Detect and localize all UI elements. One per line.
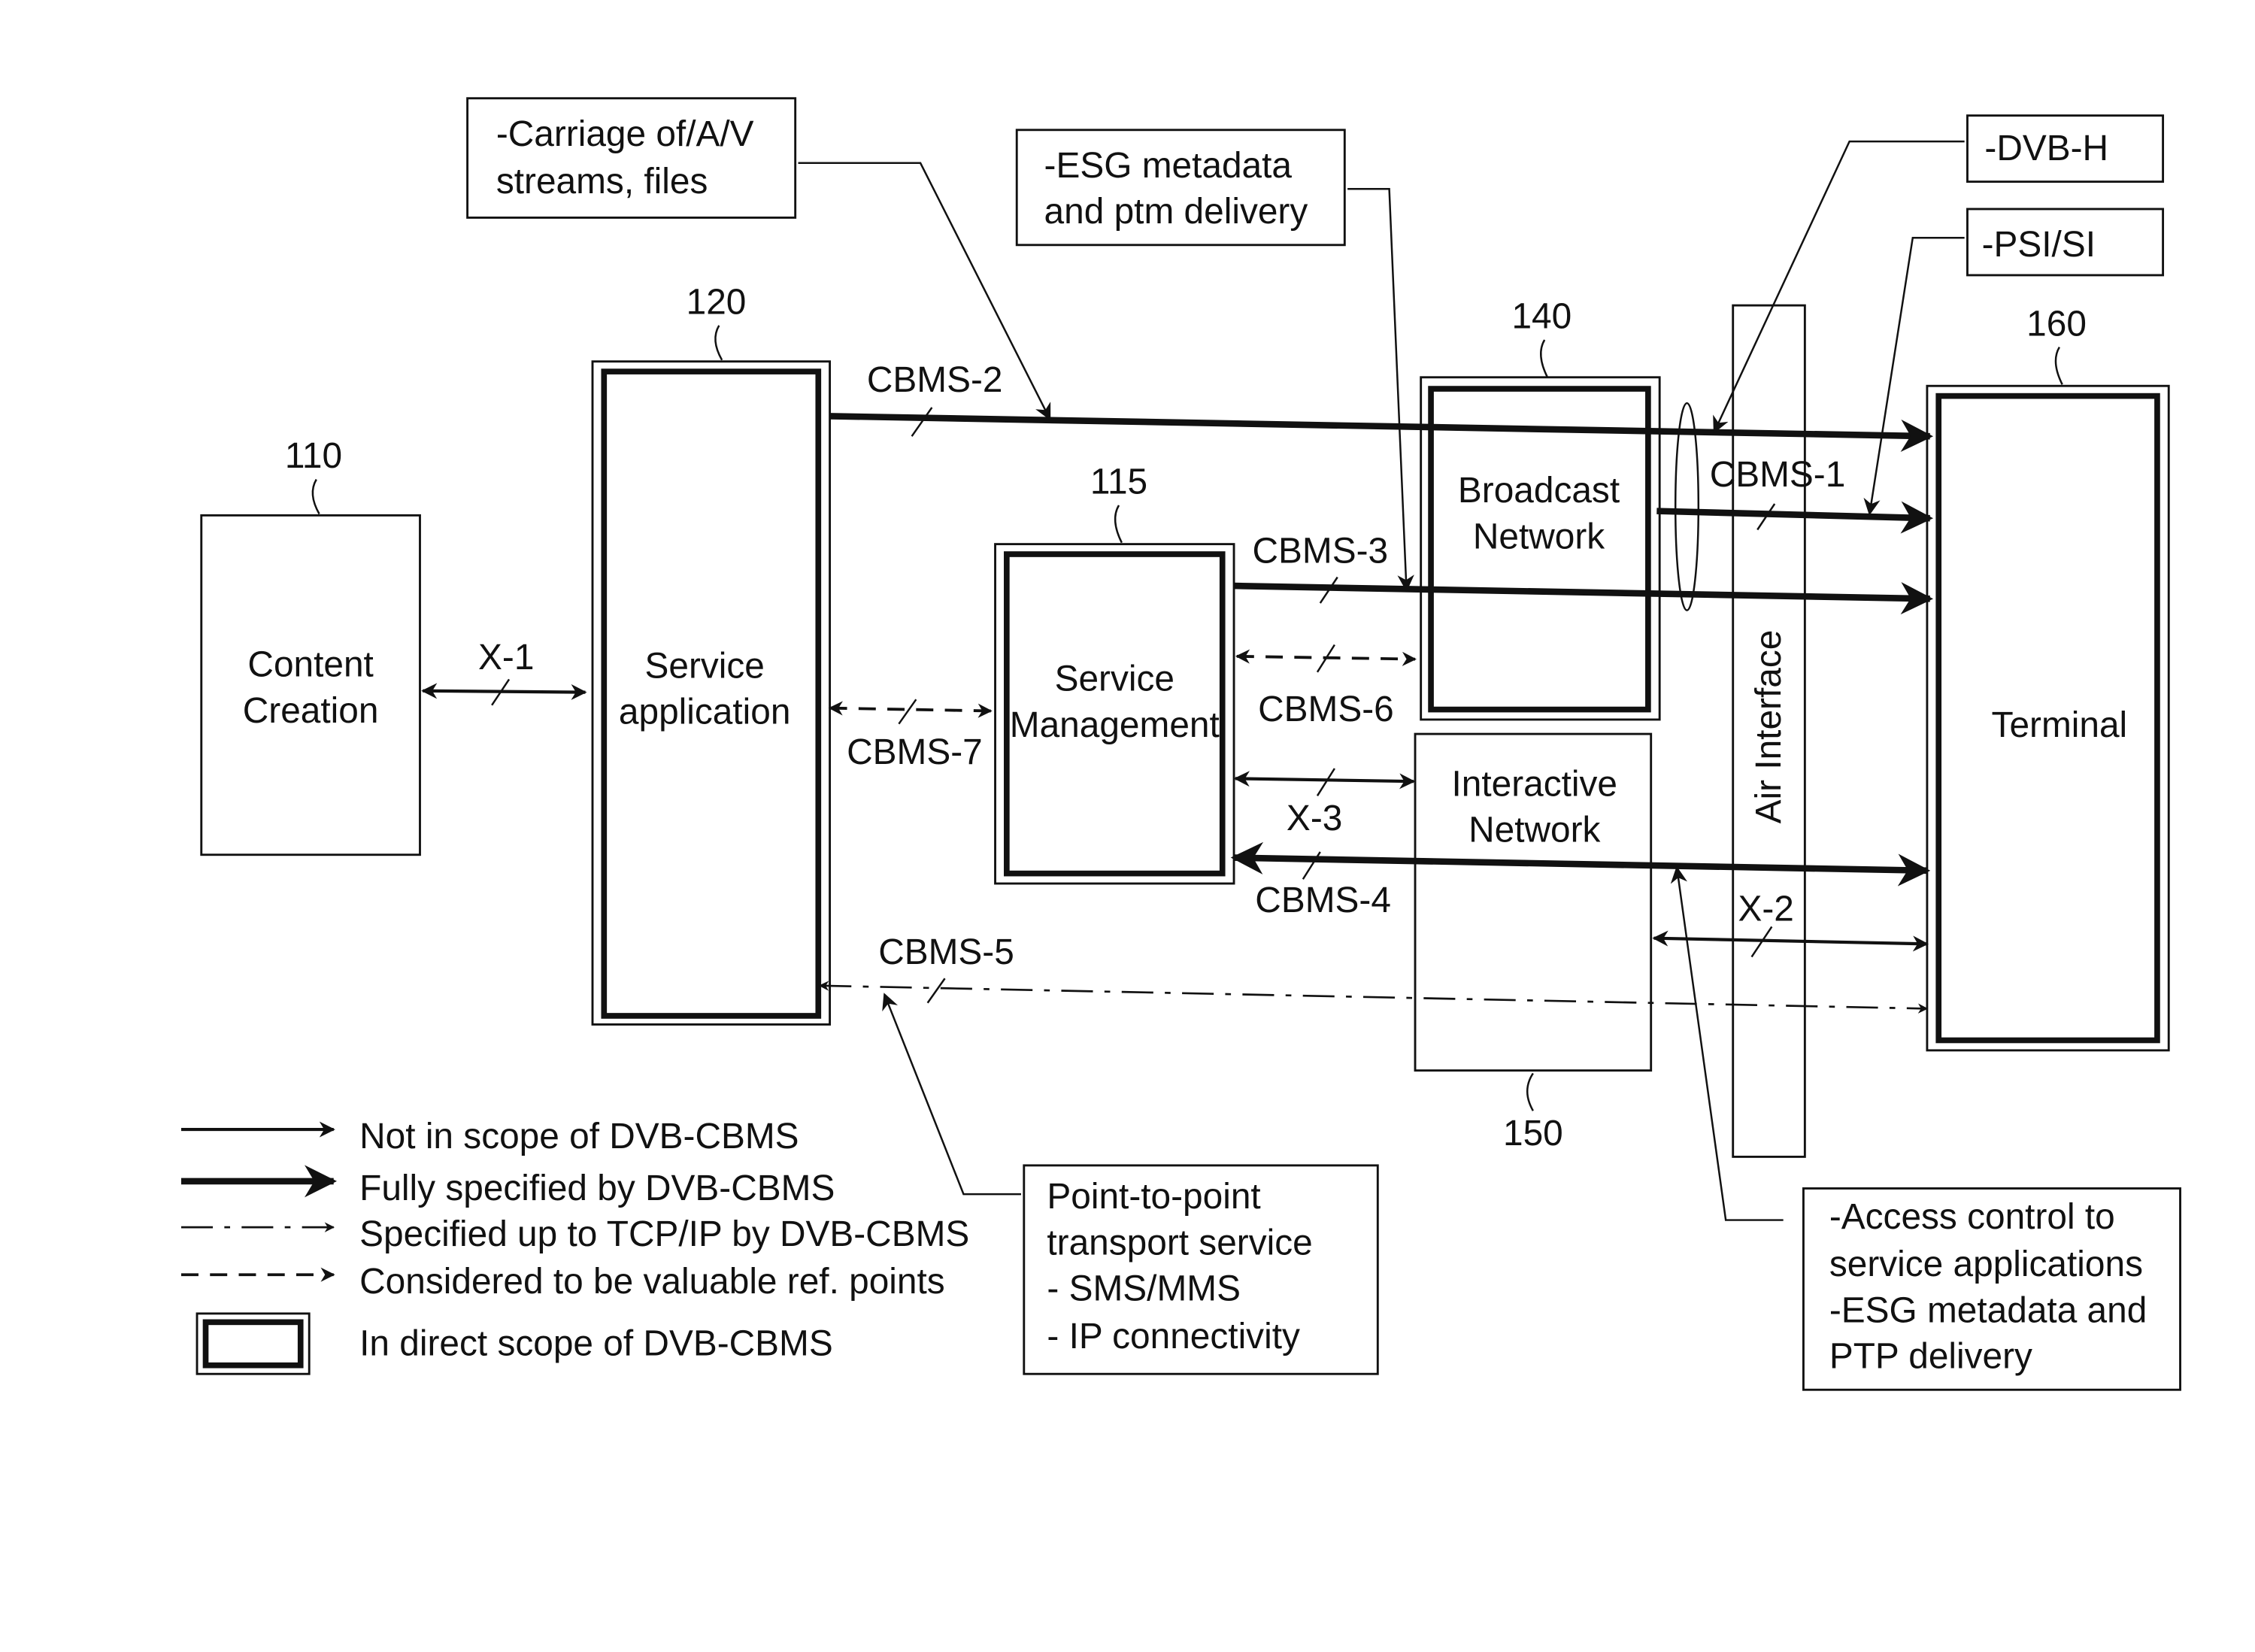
link-cbms5-label: CBMS-5 xyxy=(878,932,1014,972)
ref-150-leader xyxy=(1526,1072,1534,1111)
ref-140-leader xyxy=(1540,339,1549,378)
link-x2-label: X-2 xyxy=(1738,890,1794,929)
callout-ptp: Point-to-point transport service - SMS/M… xyxy=(882,993,1379,1375)
svg-text:Specified up to TCP/IP by DVB-: Specified up to TCP/IP by DVB-CBMS xyxy=(359,1214,969,1254)
link-cbms4-label: CBMS-4 xyxy=(1255,881,1391,920)
svg-text:Fully specified by DVB-CBMS: Fully specified by DVB-CBMS xyxy=(359,1169,835,1208)
service-management-node[interactable]: Service Management xyxy=(994,543,1235,885)
svg-text:-ESG metadata: -ESG metadata xyxy=(1044,146,1293,186)
ref-110: 110 xyxy=(285,436,342,476)
broadcast-network-label: Broadcast xyxy=(1458,471,1620,511)
svg-text:Point-to-point: Point-to-point xyxy=(1047,1177,1260,1217)
svg-text:-ESG metadata and: -ESG metadata and xyxy=(1829,1290,2147,1330)
service-management-label: Service xyxy=(1055,659,1174,699)
terminal-node[interactable]: Terminal xyxy=(1926,384,2170,1052)
link-cbms1-label: CBMS-1 xyxy=(1710,455,1846,495)
legend-item-dash-dot: Specified up to TCP/IP by DVB-CBMS xyxy=(180,1214,969,1254)
link-cbms6-label: CBMS-6 xyxy=(1258,690,1394,729)
legend: Not in scope of DVB-CBMS Fully specified… xyxy=(180,1117,969,1375)
svg-text:and ptm delivery: and ptm delivery xyxy=(1044,192,1308,232)
svg-text:Not in scope of DVB-CBMS: Not in scope of DVB-CBMS xyxy=(359,1117,799,1156)
content-creation-node[interactable]: Content Creation xyxy=(200,514,421,856)
interactive-network-node[interactable]: Interactive Network xyxy=(1414,732,1653,1072)
interactive-network-label: Network xyxy=(1468,811,1600,850)
service-application-label: application xyxy=(619,693,791,732)
callout-ptp-pointer xyxy=(882,993,1021,1196)
svg-text:-DVB-H: -DVB-H xyxy=(1984,129,2108,168)
service-application-node[interactable]: Service application xyxy=(591,360,832,1026)
ref-150: 150 xyxy=(1503,1114,1563,1153)
callout-esg-ptm-pointer xyxy=(1347,187,1414,593)
link-x3-label: X-3 xyxy=(1287,799,1342,838)
svg-text:-Carriage of/A/V: -Carriage of/A/V xyxy=(496,114,754,154)
ref-110-leader xyxy=(311,478,320,515)
svg-text:- SMS/MMS: - SMS/MMS xyxy=(1047,1269,1241,1309)
legend-item-double-box: In direct scope of DVB-CBMS xyxy=(195,1312,833,1375)
svg-text:Considered to be valuable ref.: Considered to be valuable ref. points xyxy=(359,1262,945,1302)
link-cbms7-label: CBMS-7 xyxy=(847,732,983,772)
terminal-label: Terminal xyxy=(1992,705,2128,745)
svg-text:-Access control to: -Access control to xyxy=(1829,1197,2115,1237)
ref-120-leader xyxy=(714,325,723,361)
svg-text:In direct scope of DVB-CBMS: In direct scope of DVB-CBMS xyxy=(359,1323,833,1363)
ref-120: 120 xyxy=(687,283,747,323)
link-x3[interactable] xyxy=(1233,771,1416,790)
svg-text:-PSI/SI: -PSI/SI xyxy=(1982,225,2096,265)
interactive-network-label: Interactive xyxy=(1452,764,1618,804)
content-creation-label: Creation xyxy=(243,691,379,731)
ref-115-leader xyxy=(1114,505,1123,544)
svg-text:- IP connectivity: - IP connectivity xyxy=(1047,1317,1300,1356)
legend-item-thick: Fully specified by DVB-CBMS xyxy=(180,1165,835,1208)
ref-160-leader xyxy=(2054,346,2063,385)
callout-esg-ptm: -ESG metadata and ptm delivery xyxy=(1015,129,1414,593)
ref-140: 140 xyxy=(1511,297,1572,337)
legend-item-dashed: Considered to be valuable ref. points xyxy=(180,1262,945,1302)
broadcast-network-label: Network xyxy=(1473,517,1605,556)
ref-160: 160 xyxy=(2026,304,2087,344)
ref-115: 115 xyxy=(1090,462,1147,502)
svg-text:transport service: transport service xyxy=(1047,1223,1312,1262)
service-management-label: Management xyxy=(1010,705,1220,745)
legend-item-thin: Not in scope of DVB-CBMS xyxy=(180,1117,799,1156)
link-x1[interactable] xyxy=(421,683,587,700)
svg-text:PTP delivery: PTP delivery xyxy=(1829,1337,2032,1377)
link-cbms3-label: CBMS-3 xyxy=(1252,531,1388,571)
air-interface-label: Air Interface xyxy=(1749,630,1789,824)
dvb-cbms-diagram: Content Creation 110 Service application… xyxy=(180,97,2181,1391)
svg-text:streams, files: streams, files xyxy=(496,162,708,202)
svg-text:service applications: service applications xyxy=(1829,1244,2143,1284)
content-creation-label: Content xyxy=(247,645,373,685)
service-application-label: Service xyxy=(644,646,764,686)
link-cbms2-label: CBMS-2 xyxy=(867,360,1003,400)
link-x1-label: X-1 xyxy=(478,638,534,677)
